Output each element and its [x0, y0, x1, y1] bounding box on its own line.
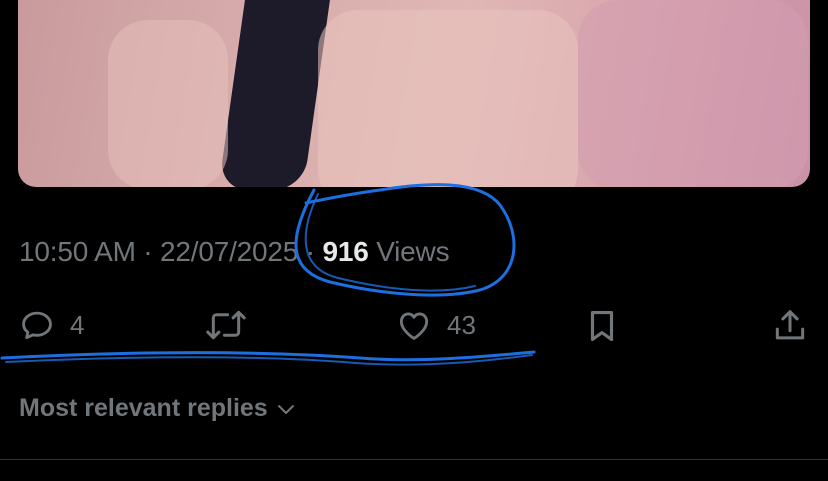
like-icon	[399, 312, 429, 340]
like-count: 43	[447, 309, 476, 340]
photo-fold	[318, 10, 578, 187]
retweet-button[interactable]	[203, 306, 249, 344]
tweet-date[interactable]: 22/07/2025	[160, 236, 298, 267]
tweet-action-bar: 4 43	[0, 300, 828, 352]
annotation-underline	[5, 354, 533, 366]
views-label[interactable]: Views	[376, 236, 449, 267]
tweet-time[interactable]: 10:50 AM	[19, 236, 136, 267]
bookmark-button[interactable]	[583, 306, 621, 346]
divider	[0, 459, 828, 460]
tweet-photo[interactable]	[18, 0, 810, 187]
share-icon	[775, 310, 805, 340]
reply-count: 4	[70, 309, 85, 340]
reply-button[interactable]: 4	[18, 306, 84, 344]
photo-fold	[108, 20, 228, 187]
reply-icon	[22, 311, 52, 340]
annotation-underline	[0, 350, 536, 362]
photo-shadow	[218, 0, 333, 187]
photo-fold	[578, 0, 808, 187]
replies-sort-label: Most relevant replies	[19, 394, 268, 422]
views-count[interactable]: 916	[322, 236, 368, 267]
chevron-down-icon	[277, 404, 294, 414]
meta-separator: ·	[305, 236, 315, 267]
retweet-icon	[206, 310, 246, 340]
like-button[interactable]: 43	[395, 306, 476, 344]
replies-sort-dropdown[interactable]: Most relevant replies	[19, 394, 298, 423]
meta-separator: ·	[143, 236, 153, 267]
tweet-metadata: 10:50 AM · 22/07/2025 · 916 Views	[19, 236, 450, 268]
share-button[interactable]	[771, 306, 809, 346]
bookmark-icon	[590, 310, 614, 342]
